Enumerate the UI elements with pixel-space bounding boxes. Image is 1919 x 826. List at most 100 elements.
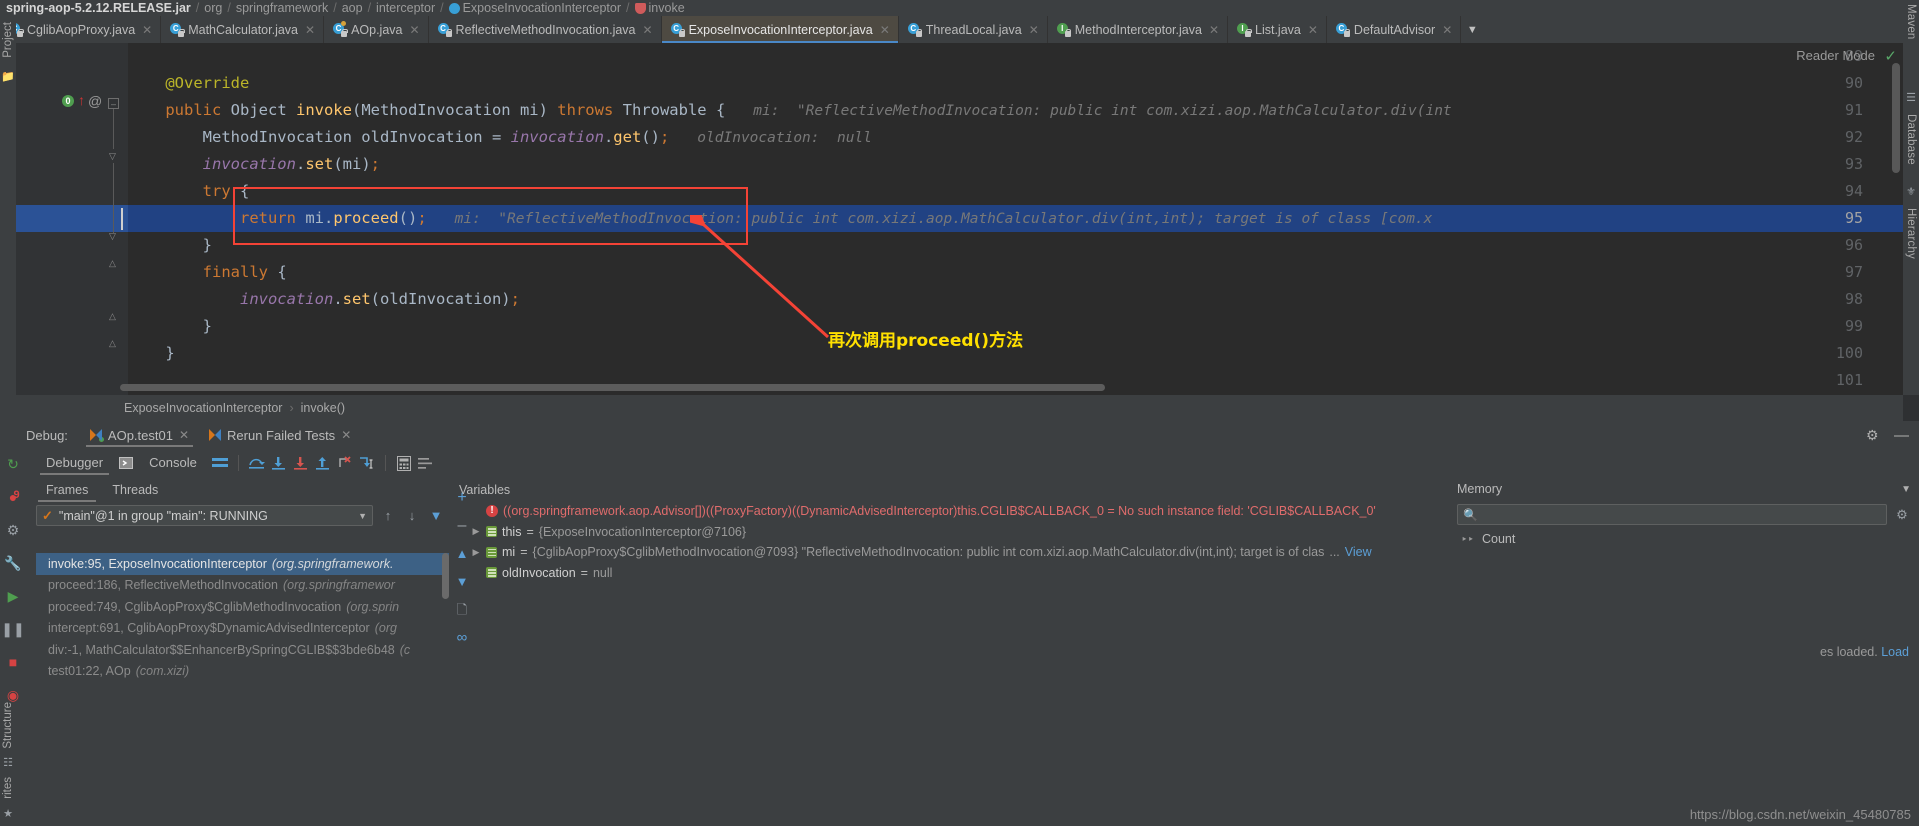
close-icon[interactable]: ✕ xyxy=(1029,23,1039,37)
chevron-down-icon[interactable]: ▼ xyxy=(358,511,367,521)
variables-list[interactable]: ! ((org.springframework.aop.Advisor[])((P… xyxy=(449,501,1449,583)
code-line[interactable]: try { xyxy=(128,178,250,205)
subcrumb-class[interactable]: ExposeInvocationInterceptor xyxy=(124,401,282,415)
variable-row[interactable]: ! ((org.springframework.aop.Advisor[])((P… xyxy=(449,501,1449,522)
editor-tab-mathcalculator-java[interactable]: C MathCalculator.java ✕ xyxy=(161,16,325,43)
rail-project-label[interactable]: Project xyxy=(2,22,14,58)
close-icon[interactable]: ✕ xyxy=(409,23,419,37)
chevron-down-icon[interactable]: ▼ xyxy=(1901,484,1911,495)
editor-tab-exposeinvocationinterceptor-java[interactable]: C ExposeInvocationInterceptor.java ✕ xyxy=(661,16,899,43)
breakpoint-icon[interactable]: 0 xyxy=(62,95,74,107)
rail-maven-label[interactable]: Maven xyxy=(1905,4,1917,40)
editor-tab-threadlocal-java[interactable]: C ThreadLocal.java ✕ xyxy=(898,16,1048,43)
breadcrumb-method[interactable]: invoke xyxy=(649,1,685,15)
mute-breakpoints-icon[interactable]: ⚙ xyxy=(3,520,23,540)
editor-horizontal-scrollbar[interactable] xyxy=(120,384,1105,391)
override-arrow-icon[interactable]: ↑ xyxy=(78,93,85,107)
inspection-ok-icon[interactable]: ✓ xyxy=(1884,47,1897,65)
watches-icon[interactable]: ∞ xyxy=(453,629,471,647)
close-icon[interactable]: ✕ xyxy=(643,23,653,37)
fold-marker-icon[interactable]: △ xyxy=(107,311,118,322)
view-value-link[interactable]: View xyxy=(1345,545,1372,559)
filter-icon[interactable]: ▼ xyxy=(427,507,445,525)
editor-tab-list-java[interactable]: I List.java ✕ xyxy=(1228,16,1327,43)
frames-scrollbar[interactable] xyxy=(442,553,449,599)
rail-database-label[interactable]: Database xyxy=(1905,114,1917,165)
frame-row[interactable]: test01:22, AOp (com.xizi) xyxy=(36,661,449,683)
breadcrumb-segment-aop[interactable]: aop xyxy=(342,1,363,15)
close-icon[interactable]: ✕ xyxy=(1442,23,1452,37)
code-line[interactable]: } xyxy=(128,232,212,259)
breadcrumb-segment-org[interactable]: org xyxy=(204,1,222,15)
database-icon[interactable]: ☰ xyxy=(1906,91,1916,104)
editor-vertical-scrollbar[interactable] xyxy=(1892,63,1900,173)
tab-frames[interactable]: Frames xyxy=(34,477,100,503)
close-icon[interactable]: ✕ xyxy=(1209,23,1219,37)
thread-selector[interactable]: ✓ "main"@1 in group "main": RUNNING ▼ xyxy=(36,505,373,526)
chevron-down-icon[interactable]: ▼ xyxy=(1461,16,1483,43)
fold-marker-icon[interactable]: △ xyxy=(107,258,118,269)
code-line[interactable]: } xyxy=(128,313,212,340)
move-up-icon[interactable]: ↑ xyxy=(379,507,397,525)
frame-row[interactable]: intercept:691, CglibAopProxy$DynamicAdvi… xyxy=(36,618,449,640)
frame-row[interactable]: proceed:186, ReflectiveMethodInvocation (… xyxy=(36,575,449,597)
drop-frame-icon[interactable] xyxy=(334,452,356,474)
run-to-cursor-icon[interactable] xyxy=(356,452,378,474)
code-line[interactable]: } xyxy=(128,340,174,367)
step-out-icon[interactable] xyxy=(312,452,334,474)
code-line[interactable]: public Object invoke(MethodInvocation mi… xyxy=(128,97,1451,125)
code-line[interactable]: @Override xyxy=(128,70,249,97)
code-line[interactable]: invocation.set(oldInvocation); xyxy=(128,286,520,313)
close-icon[interactable]: ✕ xyxy=(142,23,152,37)
sort-icon[interactable]: ‣‣ xyxy=(1461,533,1474,546)
minimize-icon[interactable]: — xyxy=(1894,427,1909,444)
close-icon[interactable]: ✕ xyxy=(1308,23,1318,37)
variable-row[interactable]: ▶ this = {ExposeInvocationInterceptor@710… xyxy=(449,522,1449,543)
memory-settings-icon[interactable]: ⚙ xyxy=(1893,506,1911,524)
move-down-watch-icon[interactable]: ▼ xyxy=(453,573,471,591)
step-into-icon[interactable] xyxy=(268,452,290,474)
subcrumb-method[interactable]: invoke() xyxy=(301,401,345,415)
remove-watch-icon[interactable]: – xyxy=(453,517,471,535)
copy-icon[interactable]: 🗋 xyxy=(453,601,471,619)
breadcrumb-segment-interceptor[interactable]: interceptor xyxy=(376,1,435,15)
move-up-watch-icon[interactable]: ▲ xyxy=(453,545,471,563)
code-line[interactable]: MethodInvocation oldInvocation = invocat… xyxy=(128,124,872,152)
code-line[interactable]: return mi.proceed(); mi: "ReflectiveMeth… xyxy=(128,205,1432,233)
variable-row[interactable]: ▶ mi = {CglibAopProxy$CglibMethodInvocati… xyxy=(449,542,1449,563)
folder-icon[interactable]: 📁 xyxy=(1,70,15,83)
frame-row[interactable]: div:-1, MathCalculator$$EnhancerBySpring… xyxy=(36,639,449,661)
editor-tab-methodinterceptor-java[interactable]: I MethodInterceptor.java ✕ xyxy=(1047,16,1228,43)
settings-list-icon[interactable] xyxy=(415,452,437,474)
fold-marker-icon[interactable]: – xyxy=(108,98,119,109)
close-icon[interactable]: ✕ xyxy=(179,428,189,442)
frame-row[interactable]: proceed:749, CglibAopProxy$CglibMethodIn… xyxy=(36,596,449,618)
variable-row[interactable]: oldInvocation = null xyxy=(449,563,1449,584)
close-icon[interactable]: ✕ xyxy=(341,428,351,442)
editor-tab-cglibaopproxy-java[interactable]: CCglibAopProxy.java✕ xyxy=(0,16,162,43)
resume-icon[interactable]: ▶ xyxy=(3,586,23,606)
breadcrumb-class[interactable]: ExposeInvocationInterceptor xyxy=(463,1,621,15)
view-breakpoints-icon[interactable]: ◉ xyxy=(3,685,23,705)
fold-marker-icon[interactable]: △ xyxy=(107,338,118,349)
breadcrumb-root[interactable]: spring-aop-5.2.12.RELEASE.jar xyxy=(6,1,191,15)
rail-hierarchy-label[interactable]: Hierarchy xyxy=(1905,208,1917,259)
tab-debugger[interactable]: Debugger xyxy=(34,449,115,477)
breakpoints-icon[interactable]: ● 9 xyxy=(3,487,23,507)
hierarchy-icon[interactable]: ⚜ xyxy=(1906,185,1916,198)
move-down-icon[interactable]: ↓ xyxy=(403,507,421,525)
memory-search-input[interactable]: 🔍 xyxy=(1457,504,1887,525)
close-icon[interactable]: ✕ xyxy=(880,23,890,37)
force-step-into-icon[interactable] xyxy=(290,452,312,474)
evaluate-expression-icon[interactable] xyxy=(393,452,415,474)
fold-marker-icon[interactable]: ▽ xyxy=(107,151,118,162)
layout-icon[interactable] xyxy=(209,452,231,474)
stop-icon[interactable]: ■ xyxy=(3,652,23,672)
rerun-icon[interactable]: ↻ xyxy=(3,454,23,474)
pause-icon[interactable]: ❚❚ xyxy=(1,619,24,639)
debug-session-tab-aop-test01[interactable]: AOp.test01 ✕ xyxy=(80,421,199,449)
code-line[interactable]: finally { xyxy=(128,259,287,286)
step-over-icon[interactable] xyxy=(246,452,268,474)
tab-threads[interactable]: Threads xyxy=(100,477,170,503)
frames-list[interactable]: invoke:95, ExposeInvocationInterceptor (o… xyxy=(36,553,449,823)
